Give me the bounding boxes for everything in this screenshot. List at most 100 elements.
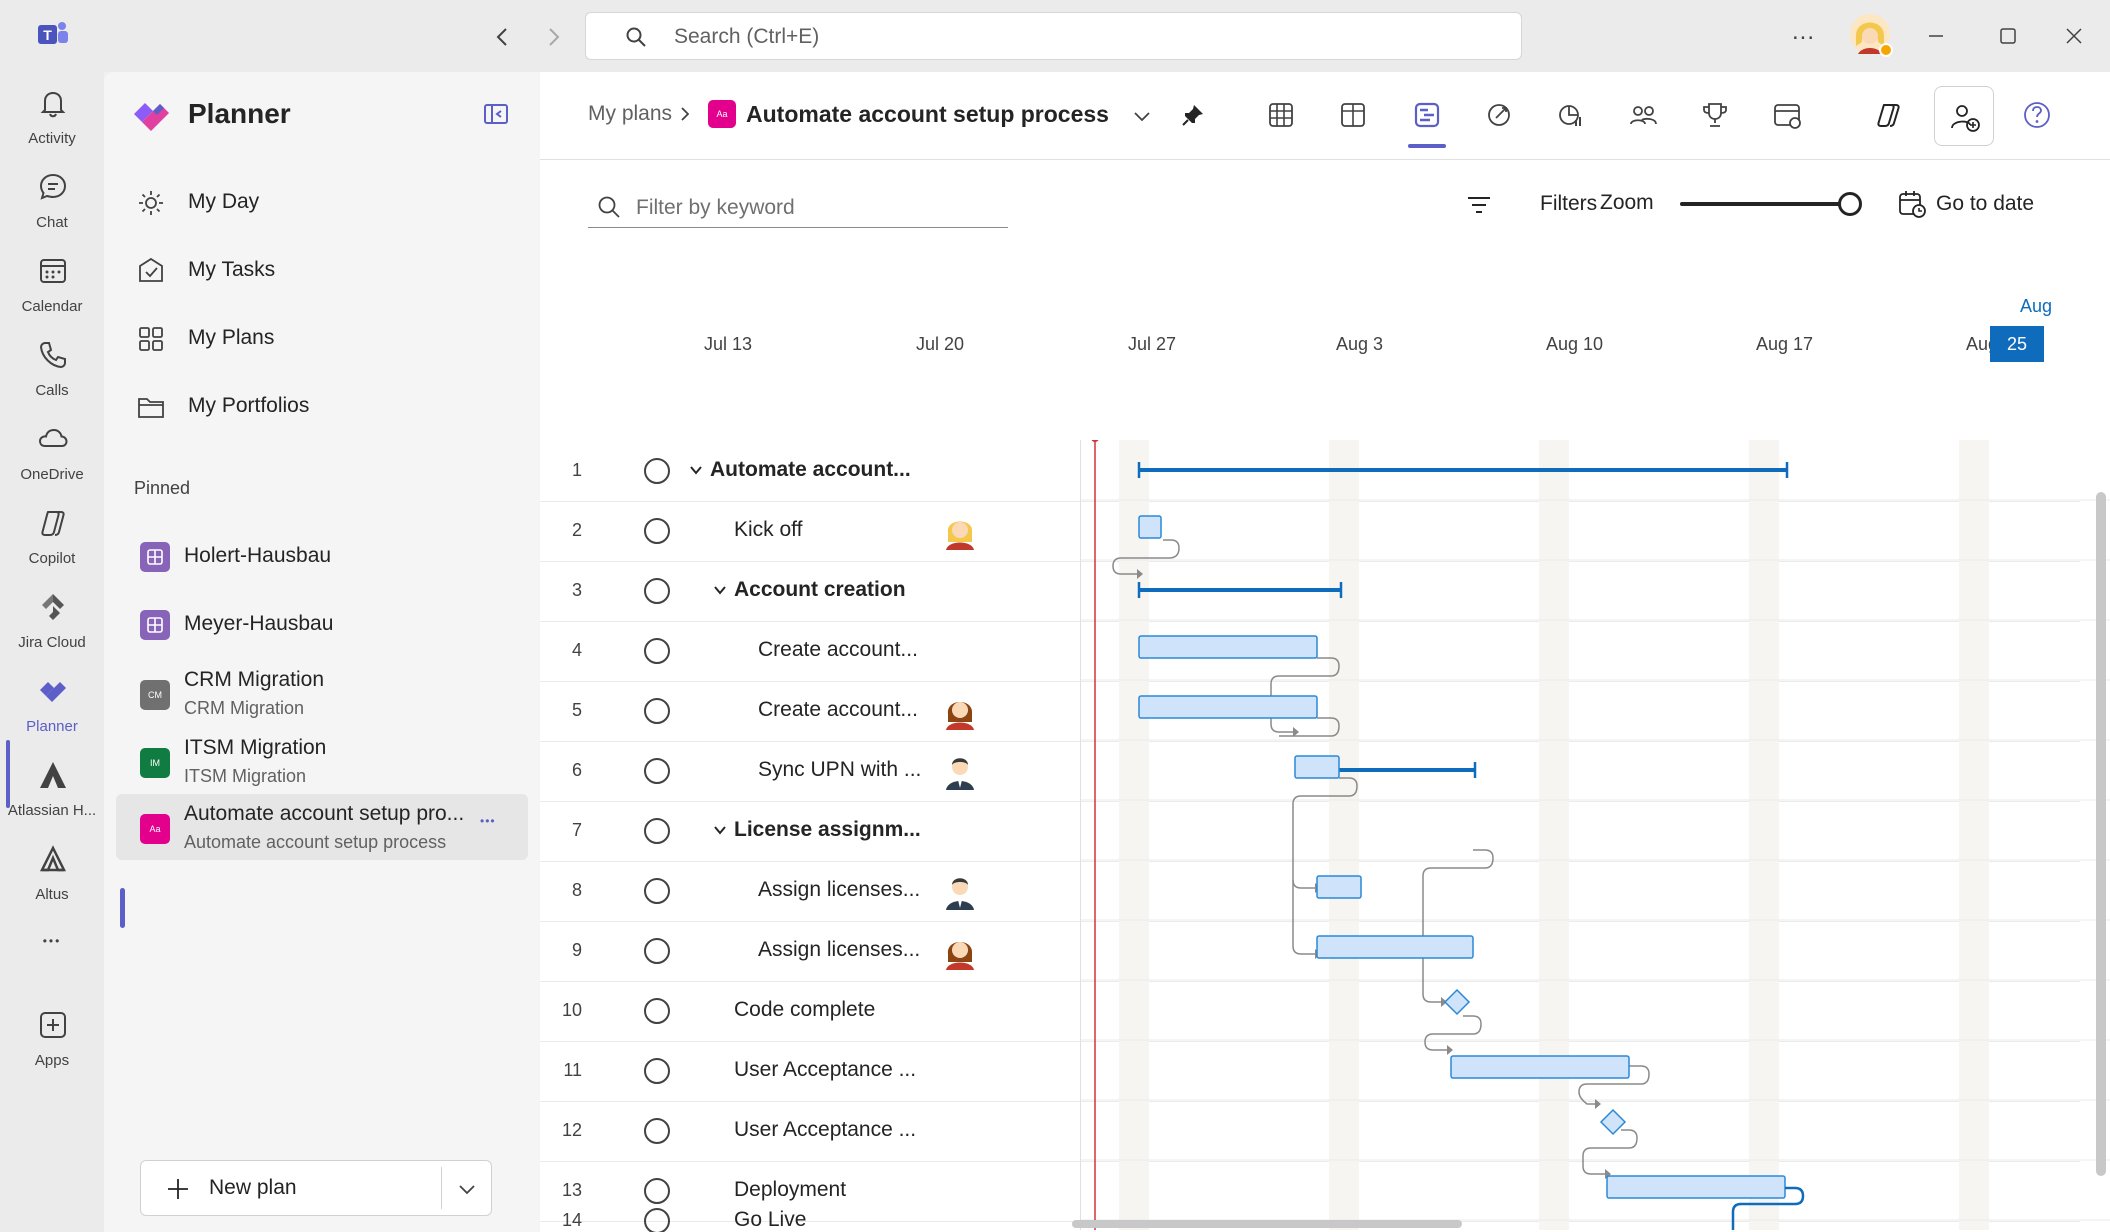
pin-icon[interactable]: [1180, 102, 1206, 128]
collapse-pane-icon[interactable]: [482, 100, 510, 128]
schedule-view-icon[interactable]: [1770, 98, 1804, 132]
filter-icon[interactable]: [1464, 190, 1494, 220]
pinned-plan-itsm-migration[interactable]: IM ITSM Migration ITSM Migration: [116, 728, 528, 794]
task-complete-checkbox[interactable]: [644, 818, 670, 844]
new-plan-button[interactable]: New plan: [140, 1160, 492, 1216]
filters-button[interactable]: Filters: [1540, 192, 1597, 216]
task-complete-checkbox[interactable]: [644, 878, 670, 904]
search-placeholder: Search (Ctrl+E): [674, 25, 820, 48]
rail-item-onedrive[interactable]: OneDrive: [0, 416, 104, 500]
people-view-icon[interactable]: [1626, 98, 1660, 132]
chevron-down-icon[interactable]: [1130, 104, 1154, 128]
task-complete-checkbox[interactable]: [644, 1178, 670, 1204]
task-complete-checkbox[interactable]: [644, 1058, 670, 1084]
rail-item-planner[interactable]: Planner: [0, 668, 104, 752]
rail-item-calls[interactable]: Calls: [0, 332, 104, 416]
board-view-icon[interactable]: [1336, 98, 1370, 132]
zoom-slider-track[interactable]: [1680, 202, 1850, 206]
copilot-icon[interactable]: [1872, 98, 1906, 132]
task-bar-deployment[interactable]: [1606, 1175, 1786, 1199]
task-bar-create-account-2[interactable]: [1138, 695, 1318, 719]
task-bar-kick-off[interactable]: [1138, 515, 1162, 539]
zoom-slider-thumb[interactable]: [1838, 192, 1862, 216]
nav-item-my-tasks[interactable]: My Tasks: [136, 244, 516, 298]
milestone-code-complete[interactable]: [1443, 988, 1471, 1016]
rail-item-calendar[interactable]: Calendar: [0, 248, 104, 332]
task-complete-checkbox[interactable]: [644, 938, 670, 964]
calendar-clock-icon[interactable]: [1896, 188, 1928, 220]
horizontal-scrollbar[interactable]: [1072, 1220, 1462, 1228]
task-bar-user-acceptance-1[interactable]: [1450, 1055, 1630, 1079]
timeline-view-icon[interactable]: [1410, 98, 1444, 132]
close-icon[interactable]: [2062, 24, 2086, 48]
trophy-icon[interactable]: [1698, 98, 1732, 132]
user-avatar[interactable]: [1850, 12, 1894, 58]
pinned-plan-automate-account-setup[interactable]: Aa Automate account setup pro... Automat…: [116, 794, 528, 860]
plan-badge: Aa: [708, 100, 736, 128]
more-apps-icon[interactable]: •••: [0, 934, 104, 948]
pinned-plan-crm-migration[interactable]: CM CRM Migration CRM Migration: [116, 660, 528, 726]
rail-item-apps[interactable]: Apps: [0, 1002, 104, 1086]
forward-arrow-icon[interactable]: [540, 24, 566, 50]
timeline-date-label: Jul 13: [704, 334, 753, 354]
back-arrow-icon[interactable]: [490, 24, 516, 50]
more-options-icon[interactable]: •••: [480, 814, 496, 828]
task-complete-checkbox[interactable]: [644, 578, 670, 604]
task-complete-checkbox[interactable]: [644, 1118, 670, 1144]
grid-view-icon[interactable]: [1264, 98, 1298, 132]
pinned-plan-meyer-hausbau[interactable]: Meyer-Hausbau: [116, 590, 528, 656]
assignee-avatar[interactable]: [944, 512, 976, 550]
assignee-avatar[interactable]: [944, 872, 976, 910]
plan-badge: CM: [140, 680, 170, 710]
task-complete-checkbox[interactable]: [644, 1208, 670, 1232]
assignee-avatar[interactable]: [944, 692, 976, 730]
chevron-down-icon[interactable]: [455, 1177, 479, 1201]
task-complete-checkbox[interactable]: [644, 998, 670, 1024]
assignee-avatar[interactable]: [944, 752, 976, 790]
vertical-scrollbar[interactable]: [2096, 492, 2106, 1176]
breadcrumb-my-plans[interactable]: My plans: [588, 102, 672, 126]
rail-item-copilot[interactable]: Copilot: [0, 500, 104, 584]
nav-item-my-day[interactable]: My Day: [136, 176, 516, 230]
chevron-down-icon[interactable]: [712, 582, 728, 598]
rail-item-atlassian[interactable]: Atlassian H...: [0, 752, 104, 836]
more-options-icon[interactable]: ...: [1792, 18, 1815, 46]
chevron-down-icon[interactable]: [688, 462, 704, 478]
task-bar-create-account-1[interactable]: [1138, 635, 1318, 659]
task-complete-checkbox[interactable]: [644, 518, 670, 544]
teams-logo-icon[interactable]: T: [36, 18, 70, 52]
task-bar-assign-licenses-1[interactable]: [1316, 875, 1362, 899]
task-complete-checkbox[interactable]: [644, 698, 670, 724]
go-to-date-button[interactable]: Go to date: [1936, 192, 2034, 216]
rail-item-altus[interactable]: Altus: [0, 836, 104, 920]
gantt-chart[interactable]: [1081, 440, 2110, 1230]
nav-item-my-portfolios[interactable]: My Portfolios: [136, 380, 516, 434]
rail-label: Calendar: [21, 298, 83, 315]
task-complete-checkbox[interactable]: [644, 638, 670, 664]
task-title: Sync UPN with ...: [758, 758, 922, 781]
chevron-down-icon[interactable]: [712, 822, 728, 838]
task-bar-sync-upn[interactable]: [1294, 755, 1340, 779]
filter-keyword-input[interactable]: Filter by keyword: [588, 186, 1008, 228]
minimize-icon[interactable]: [1924, 24, 1948, 48]
goals-view-icon[interactable]: [1482, 98, 1516, 132]
share-plan-button[interactable]: [1934, 86, 1994, 146]
task-complete-checkbox[interactable]: [644, 458, 670, 484]
nav-item-my-plans[interactable]: My Plans: [136, 312, 516, 366]
rail-item-chat[interactable]: Chat: [0, 164, 104, 248]
help-icon[interactable]: [2020, 98, 2054, 132]
row-number: 6: [571, 760, 582, 780]
task-complete-checkbox[interactable]: [644, 758, 670, 784]
maximize-icon[interactable]: [1996, 24, 2020, 48]
task-bar-assign-licenses-2[interactable]: [1316, 935, 1474, 959]
rail-item-activity[interactable]: Activity: [0, 80, 104, 164]
task-title: Assign licenses...: [758, 878, 921, 901]
search-input[interactable]: Search (Ctrl+E): [585, 12, 1522, 60]
task-check-icon: [139, 257, 163, 282]
row-number: 3: [571, 580, 582, 600]
assignee-avatar[interactable]: [944, 932, 976, 970]
rail-item-jira-cloud[interactable]: Jira Cloud: [0, 584, 104, 668]
today-marker[interactable]: 25: [1990, 326, 2044, 362]
pinned-plan-holert-hausbau[interactable]: Holert-Hausbau: [116, 524, 528, 590]
charts-view-icon[interactable]: [1554, 98, 1588, 132]
